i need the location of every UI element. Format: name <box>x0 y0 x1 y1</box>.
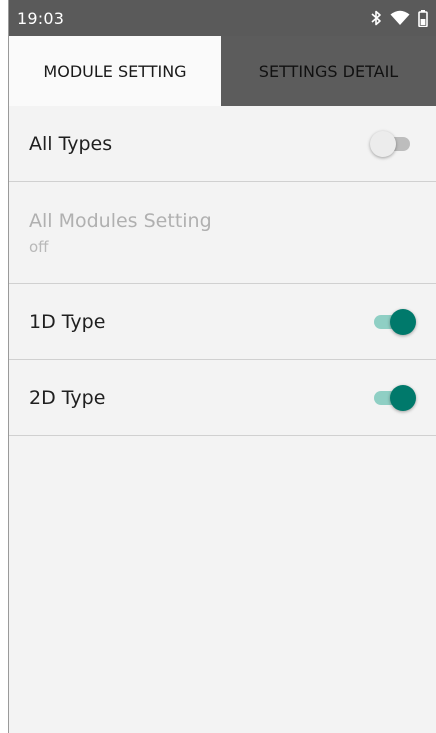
battery-icon <box>418 9 428 27</box>
tab-module-setting[interactable]: MODULE SETTING <box>9 36 221 106</box>
bluetooth-icon <box>370 10 382 26</box>
tab-settings-detail[interactable]: SETTINGS DETAIL <box>221 36 436 106</box>
switch-thumb <box>370 130 396 157</box>
all-modules-setting-value: off <box>29 237 49 256</box>
all-types-switch[interactable] <box>370 128 416 160</box>
type-2d-label: 2D Type <box>29 386 106 409</box>
type-1d-switch[interactable] <box>370 306 416 338</box>
type-1d-row[interactable]: 1D Type <box>9 284 436 360</box>
switch-thumb <box>390 308 416 335</box>
all-types-label: All Types <box>29 132 113 155</box>
all-types-row[interactable]: All Types <box>9 106 436 182</box>
app-screen: 19:03 MODULE SETTING SETTINGS DETAIL All… <box>0 0 436 733</box>
app-content: 19:03 MODULE SETTING SETTINGS DETAIL All… <box>8 0 436 733</box>
type-2d-row[interactable]: 2D Type <box>9 360 436 436</box>
status-bar: 19:03 <box>9 0 436 36</box>
status-time: 19:03 <box>17 8 65 28</box>
all-modules-setting-row: All Modules Setting off <box>9 182 436 284</box>
status-icons <box>370 9 428 27</box>
tab-bar: MODULE SETTING SETTINGS DETAIL <box>9 36 436 106</box>
screen-edge <box>0 0 8 733</box>
type-2d-switch[interactable] <box>370 382 416 414</box>
settings-list: All Types All Modules Setting off 1D Typ… <box>9 106 436 436</box>
all-modules-setting-label: All Modules Setting <box>29 209 212 232</box>
wifi-icon <box>390 10 410 26</box>
type-1d-label: 1D Type <box>29 310 106 333</box>
switch-thumb <box>390 384 416 411</box>
all-modules-setting-text: All Modules Setting off <box>29 210 212 256</box>
